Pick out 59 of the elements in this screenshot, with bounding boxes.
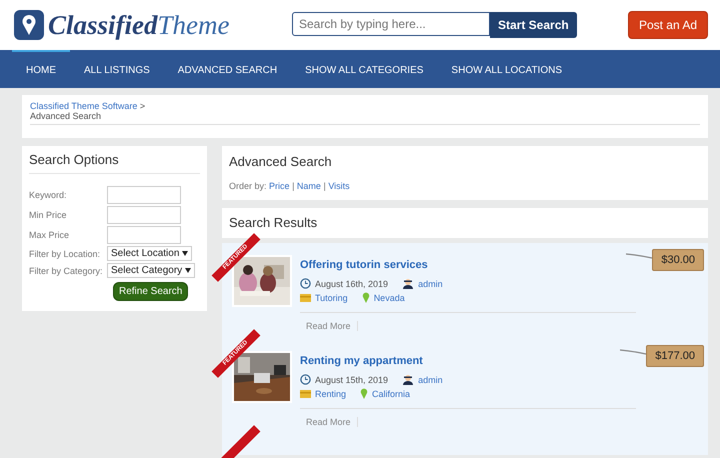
listing-date: August 15th, 2019	[315, 374, 388, 384]
nav-link[interactable]: SHOW ALL CATEGORIES	[291, 50, 438, 88]
nav-link[interactable]: HOME	[12, 50, 70, 88]
panel-title: Search Options	[29, 152, 200, 174]
panel-title: Advanced Search	[229, 154, 333, 169]
post-ad-button[interactable]: Post an Ad	[628, 11, 708, 39]
separator: |	[292, 181, 294, 191]
results-header: Search Results	[222, 208, 708, 238]
sort-link[interactable]: Visits	[328, 181, 350, 191]
clock-icon	[300, 374, 311, 385]
input-field[interactable]	[107, 226, 181, 244]
pin-icon	[362, 292, 370, 303]
caret-icon	[184, 268, 191, 273]
author-link[interactable]: admin	[418, 374, 443, 384]
refine-search-button[interactable]: Refine Search	[113, 282, 188, 301]
caret-icon	[182, 251, 188, 256]
order-label: Order by:	[229, 181, 267, 191]
tag-string-icon	[620, 349, 646, 355]
pin-icon	[360, 388, 368, 399]
location-link[interactable]: Nevada	[374, 292, 405, 302]
nav-link[interactable]: ADVANCED SEARCH	[164, 50, 292, 88]
folder-icon	[300, 294, 311, 302]
field-label: Filter by Category:	[29, 266, 104, 276]
location-link[interactable]: California	[372, 388, 410, 398]
search-button[interactable]: Start Search	[490, 12, 577, 38]
sort-link[interactable]: Price	[269, 181, 290, 191]
breadcrumb-separator: >	[140, 101, 146, 111]
field-label: Max Price	[29, 230, 70, 240]
category-link[interactable]: Tutoring	[315, 292, 348, 302]
logo-icon	[14, 10, 44, 40]
folder-icon	[300, 390, 311, 398]
person-icon	[402, 278, 414, 289]
read-more-link[interactable]: Read More	[300, 321, 358, 331]
field-label: Keyword:	[29, 190, 68, 200]
sort-link[interactable]: Name	[296, 181, 321, 191]
nav-link[interactable]: ALL LISTINGS	[70, 50, 164, 88]
category-link[interactable]: Renting	[315, 388, 346, 398]
input-field[interactable]	[107, 186, 181, 204]
select-field[interactable]: Select Category	[107, 263, 195, 278]
breadcrumb-current: Advanced Search	[30, 111, 102, 121]
clock-icon	[300, 278, 311, 289]
search-field[interactable]: Search by typing here...	[292, 12, 490, 36]
logo-text[interactable]: ClassifiedTheme	[48, 10, 230, 40]
author-link[interactable]: admin	[418, 278, 443, 288]
nav-link[interactable]: SHOW ALL LOCATIONS	[437, 50, 576, 88]
person-icon	[402, 374, 414, 385]
select-field[interactable]: Select Location	[107, 246, 192, 261]
listing-date: August 16th, 2019	[315, 278, 388, 288]
breadcrumb-link[interactable]: Classified Theme Software	[30, 101, 138, 111]
separator: |	[323, 181, 326, 191]
tag-string-icon	[626, 253, 652, 259]
read-more-link[interactable]: Read More	[300, 417, 358, 427]
price-tag: $30.00	[652, 249, 704, 271]
listing-title[interactable]: Renting my appartment	[300, 355, 423, 367]
field-label: Filter by Location:	[29, 248, 102, 258]
field-label: Min Price	[29, 210, 68, 220]
price-tag: $177.00	[646, 345, 704, 367]
listing-title[interactable]: Offering tutorin services	[300, 259, 428, 271]
input-field[interactable]	[107, 206, 181, 224]
